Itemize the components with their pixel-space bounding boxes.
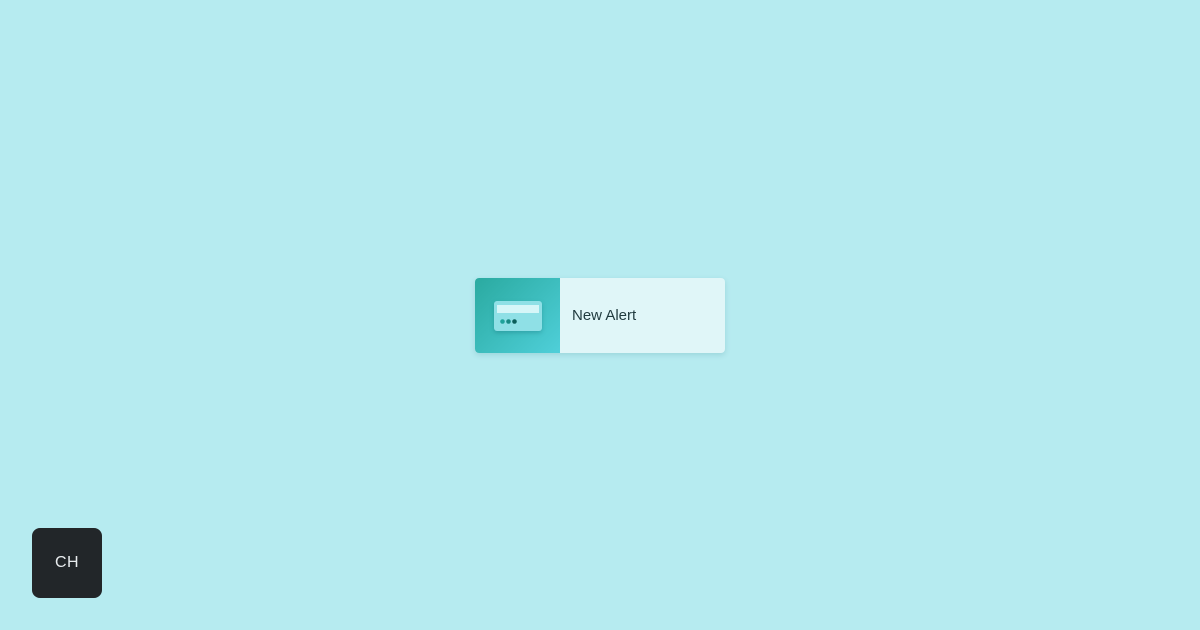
avatar-initials: CH: [54, 554, 80, 571]
page-canvas: New Alert CH: [0, 0, 1200, 630]
user-avatar[interactable]: CH: [32, 528, 102, 598]
new-alert-card[interactable]: New Alert: [475, 278, 725, 353]
credit-card-icon: [493, 300, 542, 331]
alert-label: New Alert: [572, 307, 637, 324]
alert-label-area: New Alert: [560, 278, 725, 353]
alert-thumbnail: [475, 278, 560, 353]
